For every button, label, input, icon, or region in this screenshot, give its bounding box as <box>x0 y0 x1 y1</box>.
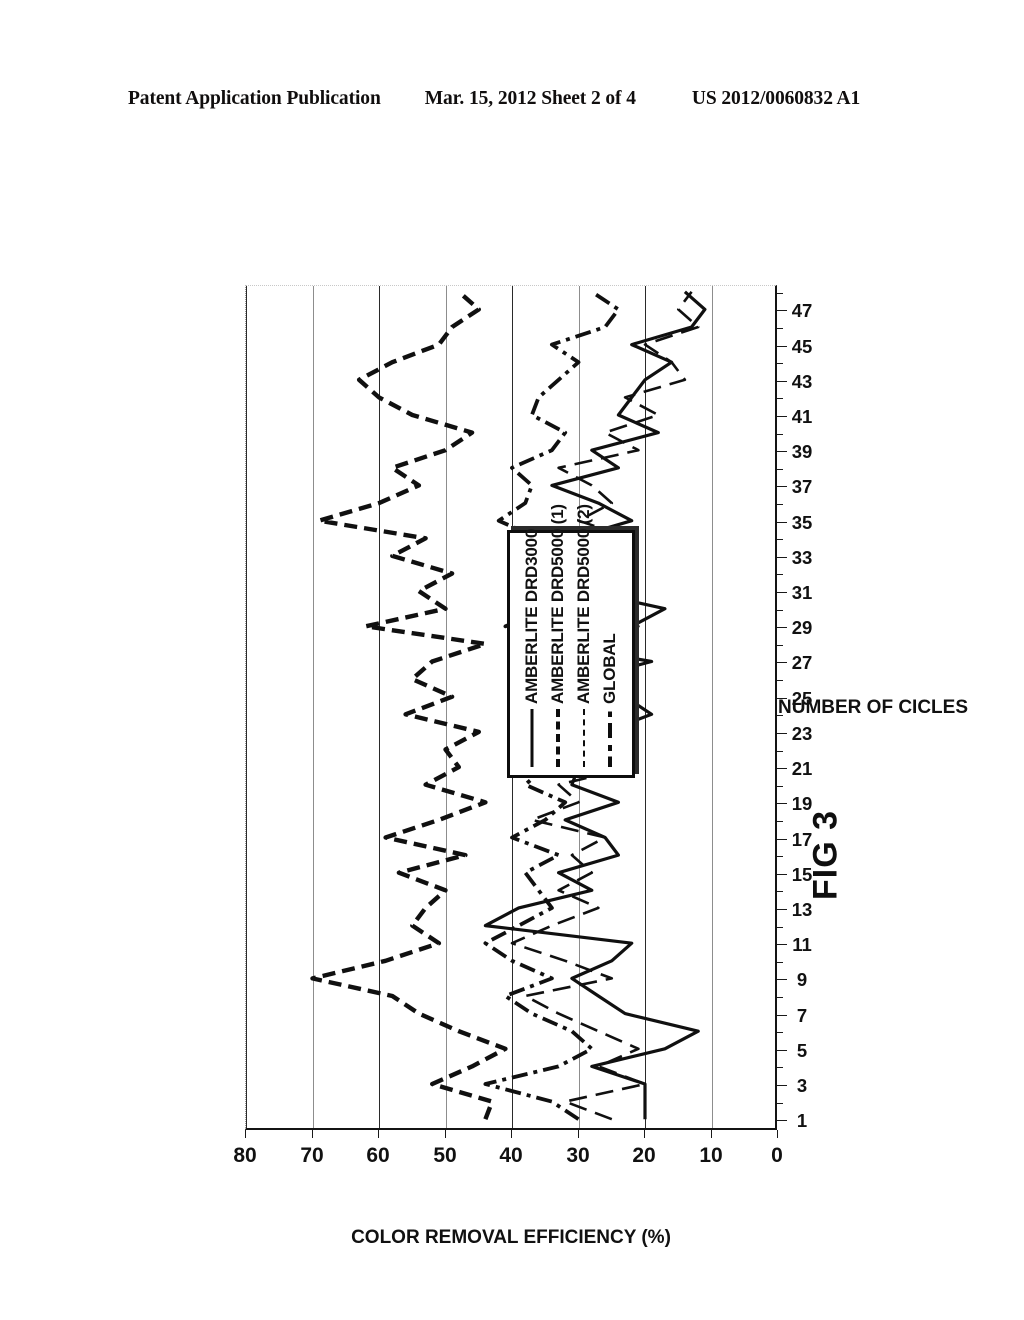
figure-caption: FIG 3 <box>806 809 845 901</box>
header-date-sheet: Mar. 15, 2012 Sheet 2 of 4 <box>424 88 636 109</box>
header-publication-number: US 2012/0060832 A1 <box>691 88 861 109</box>
category-tick-14 <box>777 891 783 893</box>
value-tick-label-80: 80 <box>233 1144 257 1167</box>
category-tick-label-3: 3 <box>796 1075 808 1096</box>
category-tick-46 <box>777 328 783 330</box>
category-tick-label-33: 33 <box>791 546 813 568</box>
legend-item-label: AMBERLITE DRD5000 (2) <box>574 504 593 704</box>
category-tick-8 <box>777 996 783 998</box>
category-tick-label-21: 21 <box>791 758 813 780</box>
legend-line-sample-icon <box>551 709 565 767</box>
category-tick-28 <box>777 644 783 646</box>
value-tick-30 <box>577 1130 579 1138</box>
category-tick-label-13: 13 <box>791 898 813 920</box>
category-tick-label-1: 1 <box>796 1110 808 1132</box>
category-tick-label-41: 41 <box>791 406 813 428</box>
category-tick-44 <box>777 363 783 365</box>
category-tick-label-29: 29 <box>791 617 813 639</box>
value-tick-label-60: 60 <box>366 1144 390 1167</box>
category-tick-label-23: 23 <box>791 722 813 744</box>
category-tick-34 <box>777 539 783 541</box>
legend-item-2: AMBERLITE DRD5000 (2) <box>571 504 597 767</box>
value-tick-label-50: 50 <box>432 1144 457 1167</box>
category-tick-10 <box>777 961 783 963</box>
category-tick-label-39: 39 <box>791 441 813 463</box>
header-publication: Patent Application Publication <box>128 88 381 109</box>
category-tick-label-47: 47 <box>791 300 813 322</box>
value-tick-20 <box>644 1130 645 1138</box>
category-tick-36 <box>777 504 783 506</box>
chart: 80 70 60 50 40 30 20 10 0 1 3 5 7 9 11 13 15 17 19 21 23 25 2… <box>233 280 968 1248</box>
category-tick-label-43: 43 <box>791 370 813 392</box>
legend-line-sample-icon <box>577 709 591 767</box>
category-tick-4 <box>777 1067 783 1069</box>
category-tick-42 <box>777 398 783 400</box>
category-tick-label-35: 35 <box>791 511 813 533</box>
value-tick-80 <box>245 1130 246 1138</box>
series-line-1 <box>310 290 508 1120</box>
value-tick-70 <box>311 1130 313 1138</box>
page-header: Patent Application Publication Mar. 15, … <box>128 88 898 114</box>
category-tick-32 <box>777 574 783 576</box>
legend-item-label: GLOBAL <box>600 633 619 704</box>
value-tick-60 <box>378 1130 379 1138</box>
category-tick-label-37: 37 <box>791 476 813 498</box>
legend-item-label: AMBERLITE DRD5000 (1) <box>548 504 567 704</box>
legend-line-sample-icon <box>603 709 617 767</box>
value-tick-label-70: 70 <box>299 1144 324 1167</box>
category-tick-label-31: 31 <box>791 582 813 604</box>
patent-page: Patent Application Publication Mar. 15, … <box>0 0 1024 1320</box>
value-tick-label-10: 10 <box>698 1144 723 1167</box>
category-tick-label-7: 7 <box>796 1004 808 1026</box>
category-tick-48 <box>777 292 783 294</box>
category-tick-22 <box>777 750 783 752</box>
value-tick-40 <box>511 1130 512 1138</box>
legend-item-3: GLOBAL <box>597 543 623 767</box>
y-axis-title: COLOR REMOVAL EFFICIENCY (%) <box>351 1227 671 1248</box>
legend-item-1: AMBERLITE DRD5000 (1) <box>545 504 571 767</box>
value-tick-label-40: 40 <box>499 1144 523 1167</box>
category-tick-label-11: 11 <box>792 934 812 956</box>
category-tick-label-27: 27 <box>791 652 813 674</box>
category-tick-label-45: 45 <box>791 335 813 357</box>
legend-item-0: AMBERLITE DRD3000 <box>519 529 545 767</box>
category-tick-20 <box>777 785 783 787</box>
category-tick-16 <box>777 856 783 858</box>
category-tick-40 <box>777 433 783 435</box>
legend-item-label: AMBERLITE DRD3000 <box>522 528 541 704</box>
x-axis-title: NUMBER OF CICLES <box>778 697 968 718</box>
category-tick-26 <box>777 680 783 682</box>
legend-line-sample-icon <box>525 709 539 767</box>
figure-3-rotated-chart: 80 70 60 50 40 30 20 10 0 1 3 5 7 9 11 13 15 17 19 21 23 25 2… <box>233 280 968 1248</box>
value-tick-0 <box>777 1130 778 1138</box>
category-tick-6 <box>777 1032 783 1034</box>
value-tick-label-30: 30 <box>565 1144 590 1167</box>
category-tick-18 <box>777 820 783 822</box>
value-tick-label-0: 0 <box>771 1144 783 1167</box>
value-tick-50 <box>444 1130 446 1138</box>
category-tick-label-9: 9 <box>796 969 808 991</box>
category-tick-30 <box>777 609 783 611</box>
category-tick-38 <box>777 468 783 470</box>
value-tick-10 <box>710 1130 712 1138</box>
chart-legend: AMBERLITE DRD3000 AMBERLITE DRD5000 (1) AM… <box>507 504 635 778</box>
category-tick-12 <box>777 926 783 928</box>
value-tick-label-20: 20 <box>632 1144 656 1167</box>
category-tick-label-5: 5 <box>796 1039 808 1061</box>
category-tick-2 <box>777 1102 783 1104</box>
